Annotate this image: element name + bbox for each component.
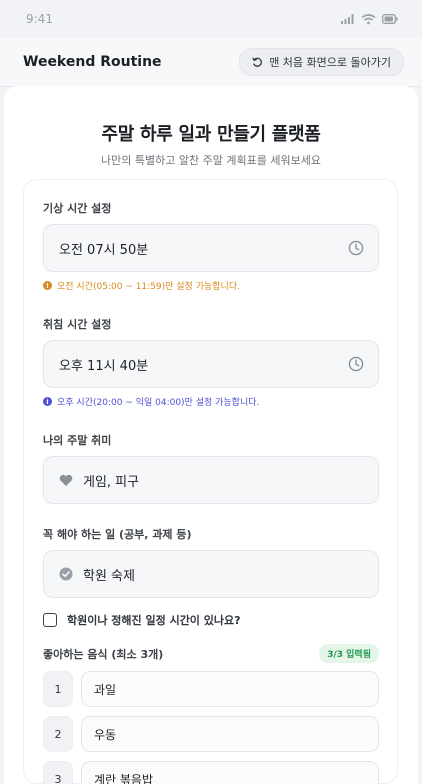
- food-input[interactable]: 과일: [81, 671, 379, 707]
- foods-header: 좋아하는 음식 (최소 3개) 3/3 입력됨: [43, 644, 379, 663]
- hero: 주말 하루 일과 만들기 플랫폼 나만의 특별하고 알찬 주말 계획표를 세워보…: [4, 86, 418, 168]
- food-number: 3: [43, 761, 73, 784]
- refresh-icon: [252, 56, 263, 67]
- status-bar: 9:41: [0, 0, 422, 38]
- sleep-time-field[interactable]: 오후 11시 40분: [43, 340, 379, 388]
- status-time: 9:41: [26, 12, 53, 26]
- sleep-time-label: 취침 시간 설정: [43, 318, 112, 331]
- todo-value: 학원 숙제: [83, 568, 135, 584]
- sleep-time-value: 오후 11시 40분: [59, 358, 149, 374]
- wake-time-value: 오전 07시 50분: [59, 242, 149, 258]
- check-circle-icon: [59, 567, 73, 581]
- app-title: Weekend Routine: [23, 54, 162, 70]
- food-number: 2: [43, 716, 73, 752]
- back-to-start-button[interactable]: 맨 처음 화면으로 돌아가기: [239, 48, 404, 76]
- todo-label: 꼭 해야 하는 일 (공부, 과제 등): [43, 528, 192, 541]
- clock-icon: [348, 356, 364, 372]
- schedule-checkbox-row[interactable]: 학원이나 정해진 일정 시간이 있나요?: [43, 612, 379, 628]
- food-row: 2 우동: [43, 716, 379, 752]
- food-number: 1: [43, 671, 73, 707]
- hobby-value: 게임, 피구: [83, 474, 140, 490]
- form-card: 기상 시간 설정 오전 07시 50분 ! 오전 시간(05:00 ~ 11:5…: [23, 179, 398, 784]
- food-row: 1 과일: [43, 671, 379, 707]
- wake-time-hint-text: 오전 시간(05:00 ~ 11:59)만 설정 가능합니다.: [57, 282, 240, 292]
- app-bar: Weekend Routine 맨 처음 화면으로 돌아가기: [0, 38, 422, 87]
- battery-icon: [382, 14, 398, 24]
- page-subtitle: 나만의 특별하고 알찬 주말 계획표를 세워보세요: [101, 154, 321, 167]
- phone-screen: 9:41 Weekend Routine 맨 처음 화면으로 돌아가기 주말 하…: [0, 0, 422, 784]
- schedule-checkbox-label: 학원이나 정해진 일정 시간이 있나요?: [67, 614, 241, 627]
- clock-icon: [348, 240, 364, 256]
- wake-time-field[interactable]: 오전 07시 50분: [43, 224, 379, 272]
- schedule-checkbox[interactable]: [43, 613, 57, 627]
- content-sheet: 주말 하루 일과 만들기 플랫폼 나만의 특별하고 알찬 주말 계획표를 세워보…: [4, 86, 418, 784]
- page-title: 주말 하루 일과 만들기 플랫폼: [101, 124, 321, 145]
- hobby-label: 나의 주말 취미: [43, 434, 112, 447]
- back-to-start-label: 맨 처음 화면으로 돌아가기: [269, 56, 391, 69]
- wake-time-hint: ! 오전 시간(05:00 ~ 11:59)만 설정 가능합니다.: [43, 279, 379, 292]
- foods-count-badge: 3/3 입력됨: [319, 644, 379, 663]
- heart-icon: [59, 474, 73, 486]
- wake-time-label: 기상 시간 설정: [43, 202, 112, 215]
- sleep-time-hint: i 오후 시간(20:00 ~ 익일 04:00)만 설정 가능합니다.: [43, 395, 379, 408]
- hobby-field[interactable]: 게임, 피구: [43, 456, 379, 504]
- sleep-time-hint-text: 오후 시간(20:00 ~ 익일 04:00)만 설정 가능합니다.: [57, 398, 260, 408]
- info-icon: i: [43, 397, 52, 406]
- warning-icon: !: [43, 281, 52, 290]
- foods-label: 좋아하는 음식 (최소 3개): [43, 647, 164, 661]
- signal-icon: [341, 14, 354, 24]
- food-input[interactable]: 계란 볶음밥: [81, 761, 379, 784]
- todo-field[interactable]: 학원 숙제: [43, 550, 379, 598]
- food-row: 3 계란 볶음밥: [43, 761, 379, 784]
- wifi-icon: [361, 13, 376, 24]
- food-input[interactable]: 우동: [81, 716, 379, 752]
